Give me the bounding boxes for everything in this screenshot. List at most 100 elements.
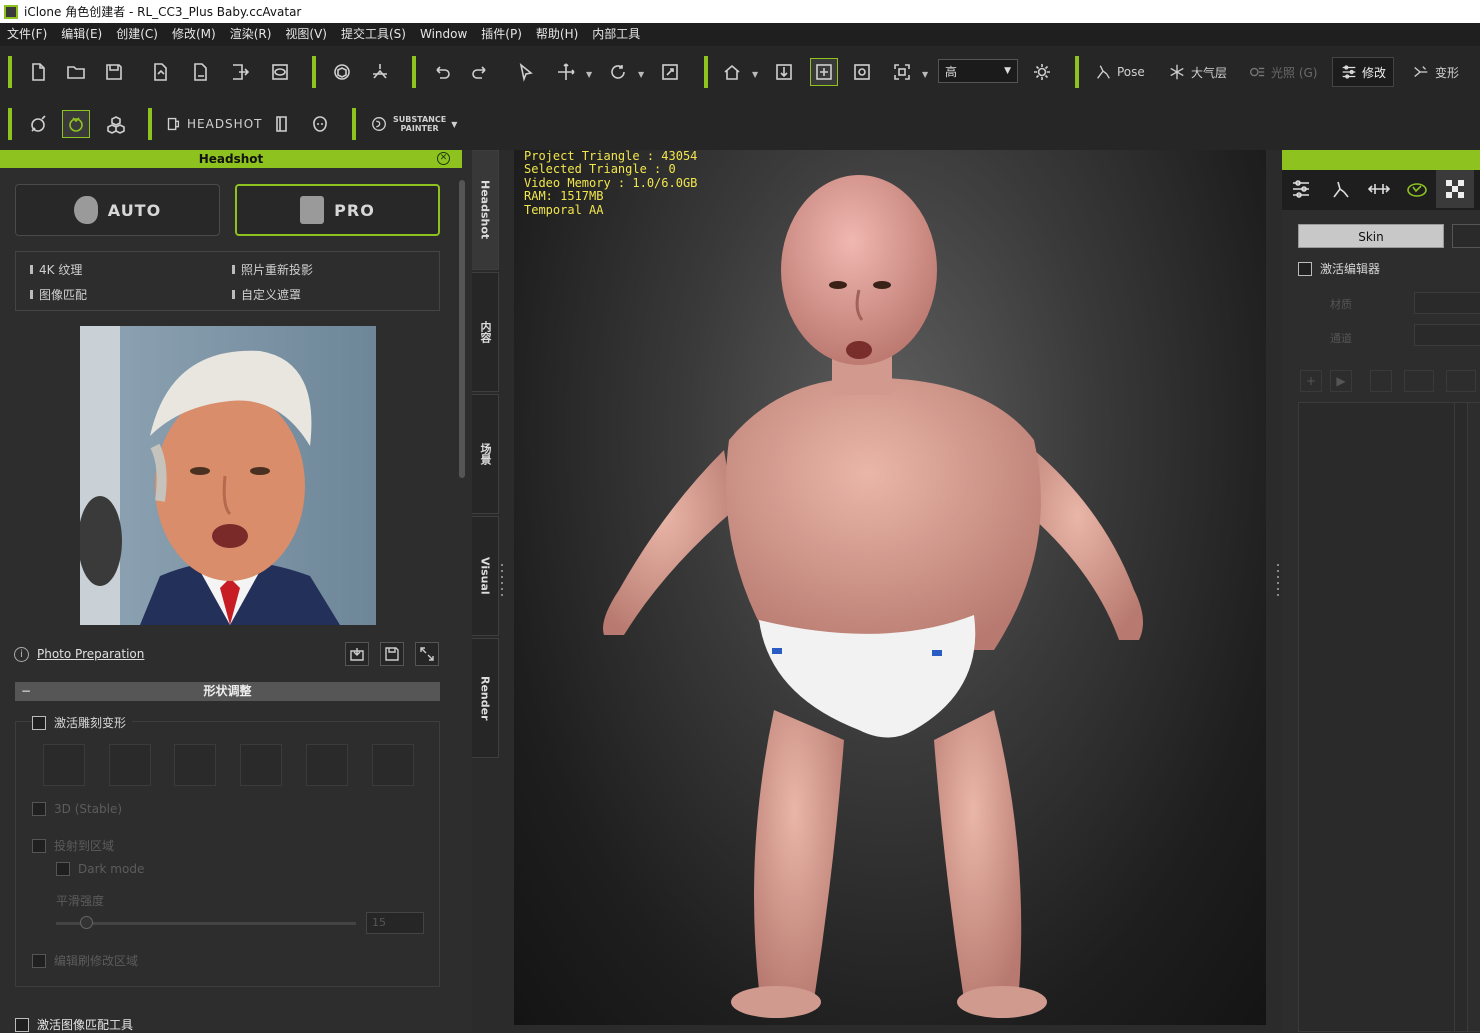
skin-button[interactable]: Skin <box>1298 224 1444 248</box>
load-photo-button[interactable] <box>345 642 369 666</box>
modify-button[interactable]: 修改 <box>1332 57 1394 87</box>
pro-mode-button[interactable]: PRO <box>235 184 440 236</box>
tab-scene[interactable]: 场景 <box>472 394 499 514</box>
stable-3d-checkbox[interactable]: 3D (Stable) <box>32 802 122 816</box>
menu-help[interactable]: 帮助(H) <box>529 23 585 46</box>
secondary-material-button[interactable] <box>1452 224 1480 248</box>
scale-icon[interactable] <box>656 58 684 86</box>
3d-viewport[interactable]: Project Triangle : 43054 Selected Triangl… <box>514 149 1266 1025</box>
checkbox-box[interactable] <box>32 715 46 730</box>
frame-selected-icon[interactable] <box>848 58 876 86</box>
tab-content[interactable]: 内容 <box>472 272 499 392</box>
menu-file[interactable]: 文件(F) <box>0 23 54 46</box>
substance-painter-button[interactable]: SUBSTANCE PAINTER ▼ <box>370 110 457 138</box>
paste-icon[interactable] <box>1404 370 1434 392</box>
undo-icon[interactable] <box>428 58 456 86</box>
save-photo-button[interactable] <box>380 642 404 666</box>
substance-dropdown-icon[interactable]: ▼ <box>451 120 457 129</box>
menu-create[interactable]: 创建(C) <box>109 23 165 46</box>
preview-icon[interactable] <box>266 58 294 86</box>
smooth-spinbox[interactable]: 15 <box>366 912 424 934</box>
channel-field[interactable] <box>1414 324 1480 346</box>
project-region-checkbox[interactable]: 投射到区域 <box>32 837 114 854</box>
image-match-checkbox[interactable]: 激活图像匹配工具 <box>15 1016 133 1033</box>
left-splitter-handle[interactable] <box>500 560 504 620</box>
character-edit-icon[interactable] <box>62 110 90 138</box>
menu-plugins[interactable]: 插件(P) <box>474 23 529 46</box>
menu-internal-tools[interactable]: 内部工具 <box>585 23 647 46</box>
new-file-icon[interactable] <box>24 58 52 86</box>
sculpt-tool-button[interactable] <box>174 744 216 786</box>
sliders-tab-icon[interactable] <box>1282 170 1320 208</box>
pose-button[interactable]: Pose <box>1094 58 1145 86</box>
morph-tab-icon[interactable] <box>1360 170 1398 208</box>
cubes-icon[interactable] <box>102 110 130 138</box>
move-dropdown-icon[interactable]: ▼ <box>586 70 594 79</box>
add-icon[interactable]: + <box>1300 370 1322 392</box>
menu-edit[interactable]: 编辑(E) <box>54 23 109 46</box>
menu-modify[interactable]: 修改(M) <box>165 23 223 46</box>
checkbox-box[interactable] <box>15 1017 29 1032</box>
sculpt-tool-button[interactable] <box>306 744 348 786</box>
material-tab-icon[interactable] <box>1398 170 1436 208</box>
play-icon[interactable]: ▶ <box>1330 370 1352 392</box>
right-splitter-handle[interactable] <box>1276 560 1280 620</box>
sculpt-tool-button[interactable] <box>372 744 414 786</box>
drop-to-floor-icon[interactable] <box>770 58 798 86</box>
photo-preparation-link[interactable]: Photo Preparation <box>37 647 144 661</box>
select-arrow-icon[interactable] <box>512 58 540 86</box>
collapse-icon[interactable]: − <box>21 682 31 701</box>
layer-list-scroll[interactable] <box>1454 402 1480 1032</box>
fit-view-icon[interactable] <box>810 58 838 86</box>
motion-tab-icon[interactable] <box>1322 170 1360 208</box>
pose-tool-icon[interactable] <box>366 58 394 86</box>
save-icon[interactable] <box>100 58 128 86</box>
home-dropdown-icon[interactable]: ▼ <box>752 70 760 79</box>
texture-tab-icon[interactable] <box>1436 170 1474 208</box>
checkbox-box[interactable] <box>1298 261 1312 276</box>
atmosphere-button[interactable]: 大气层 <box>1168 58 1227 86</box>
expand-photo-button[interactable] <box>415 642 439 666</box>
headshot-button[interactable]: HEADSHOT <box>164 110 262 138</box>
open-folder-icon[interactable] <box>62 58 90 86</box>
tab-headshot[interactable]: Headshot <box>472 150 499 270</box>
info-icon[interactable]: i <box>14 646 29 662</box>
zoom-extents-icon[interactable] <box>888 58 916 86</box>
tab-visual[interactable]: Visual <box>472 516 499 636</box>
render-lighting-button[interactable]: 光照 (G) <box>1248 58 1317 86</box>
character-icon[interactable] <box>24 110 52 138</box>
menu-render[interactable]: 渲染(R) <box>223 23 279 46</box>
sculpt-morph-checkbox[interactable]: 激活雕刻变形 <box>32 714 133 731</box>
home-view-icon[interactable] <box>718 58 746 86</box>
import-icon[interactable] <box>146 58 174 86</box>
sculpt-tool-button[interactable] <box>240 744 282 786</box>
menu-view[interactable]: 视图(V) <box>278 23 334 46</box>
rotate-dropdown-icon[interactable]: ▼ <box>638 70 646 79</box>
quality-select[interactable]: 高 ▼ <box>938 59 1018 83</box>
smooth-slider-track[interactable] <box>56 922 356 925</box>
layer-list[interactable] <box>1298 402 1468 1032</box>
morph-button[interactable]: 变形 <box>1412 58 1459 86</box>
close-icon[interactable]: ✕ <box>437 152 450 165</box>
smooth-slider-knob[interactable] <box>80 916 93 929</box>
dark-mode-checkbox[interactable]: Dark mode <box>56 862 144 876</box>
face-mask-icon[interactable] <box>306 110 334 138</box>
activate-editor-checkbox[interactable]: 激活编辑器 <box>1298 260 1380 277</box>
sculpt-tool-button[interactable] <box>43 744 85 786</box>
material-field[interactable] <box>1414 292 1480 314</box>
zoom-dropdown-icon[interactable]: ▼ <box>922 70 930 79</box>
redo-icon[interactable] <box>466 58 494 86</box>
sculpt-tool-button[interactable] <box>109 744 151 786</box>
shape-adjust-section-header[interactable]: − 形状调整 <box>15 682 440 701</box>
scrollbar[interactable] <box>459 180 465 478</box>
export-icon[interactable] <box>226 58 254 86</box>
visibility-icon[interactable] <box>1446 370 1476 392</box>
move-icon[interactable] <box>552 58 580 86</box>
object-icon[interactable] <box>328 58 356 86</box>
menu-submit-tools[interactable]: 提交工具(S) <box>334 23 413 46</box>
menu-window[interactable]: Window <box>413 23 474 46</box>
layers-icon[interactable] <box>268 110 296 138</box>
light-icon[interactable] <box>1028 58 1056 86</box>
copy-icon[interactable] <box>1370 370 1392 392</box>
tab-render[interactable]: Render <box>472 638 499 758</box>
